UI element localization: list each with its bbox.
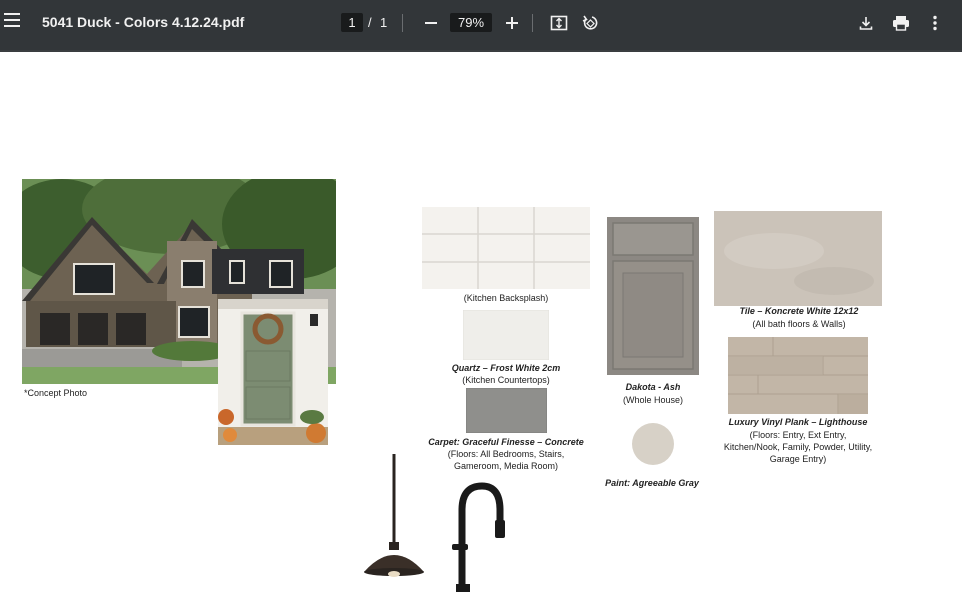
print-button[interactable]	[889, 11, 913, 35]
cabinet-title: Dakota - Ash	[625, 382, 681, 392]
lvp-title: Luxury Vinyl Plank – Lighthouse	[728, 417, 868, 427]
carpet-swatch	[466, 388, 547, 433]
backsplash-caption: (Kitchen Backsplash)	[463, 293, 549, 303]
lvp-caption-line-3: Garage Entry)	[769, 454, 827, 464]
zoom-out-button[interactable]	[419, 11, 443, 35]
page-total: 1	[380, 15, 388, 30]
minus-icon	[425, 22, 437, 24]
zoom-in-button[interactable]	[500, 11, 524, 35]
document-title: 5041 Duck - Colors 4.12.24.pdf	[42, 14, 245, 30]
tile-caption: (All bath floors & Walls)	[752, 319, 846, 329]
cabinet-caption: (Whole House)	[622, 395, 684, 405]
more-options-button[interactable]	[923, 11, 947, 35]
page-number-input[interactable]: 1	[341, 13, 363, 32]
quartz-title: Quartz – Frost White 2cm	[451, 363, 561, 373]
cabinet-door-swatch	[607, 217, 699, 375]
tile-title: Tile – Koncrete White 12x12	[739, 306, 859, 316]
fit-to-page-button[interactable]	[547, 11, 571, 35]
kitchen-faucet-image	[452, 482, 505, 592]
menu-icon[interactable]	[4, 13, 20, 27]
carpet-caption-line-2: Gameroom, Media Room)	[453, 461, 559, 471]
carpet-title: Carpet: Graceful Finesse – Concrete	[428, 437, 584, 447]
toolbar-divider	[402, 14, 403, 32]
paint-swatch	[632, 423, 674, 465]
quartz-caption: (Kitchen Countertops)	[462, 375, 550, 385]
lvp-swatch	[728, 337, 868, 414]
rotate-icon	[582, 15, 598, 30]
print-icon	[893, 16, 909, 31]
pdf-page: *Concept Photo (Kitchen Backsplash) Quar…	[0, 52, 962, 600]
quartz-swatch	[463, 310, 549, 360]
paint-title: Paint: Agreeable Gray	[605, 478, 699, 488]
backsplash-swatch	[422, 207, 590, 289]
more-vert-icon	[933, 15, 937, 31]
zoom-input[interactable]: 79%	[450, 13, 492, 32]
page-separator: /	[368, 15, 372, 30]
pdf-toolbar: 5041 Duck - Colors 4.12.24.pdf 1 / 1 79%	[0, 0, 962, 50]
download-button[interactable]	[854, 11, 878, 35]
lvp-caption-line-1: (Floors: Entry, Ext Entry,	[749, 430, 847, 440]
concept-photo-caption: *Concept Photo	[24, 388, 88, 398]
toolbar-divider	[532, 14, 533, 32]
carpet-caption-line-1: (Floors: All Bedrooms, Stairs,	[447, 449, 565, 459]
pendant-light-image	[364, 454, 424, 577]
lvp-caption-line-2: Kitchen/Nook, Family, Powder, Utility,	[723, 442, 873, 452]
plus-icon	[506, 17, 518, 29]
tile-swatch	[714, 211, 882, 306]
front-door-photo	[218, 299, 328, 445]
rotate-button[interactable]	[578, 11, 602, 35]
pdf-viewer[interactable]: *Concept Photo (Kitchen Backsplash) Quar…	[0, 50, 962, 600]
download-icon	[859, 17, 873, 30]
fit-page-icon	[550, 15, 568, 31]
